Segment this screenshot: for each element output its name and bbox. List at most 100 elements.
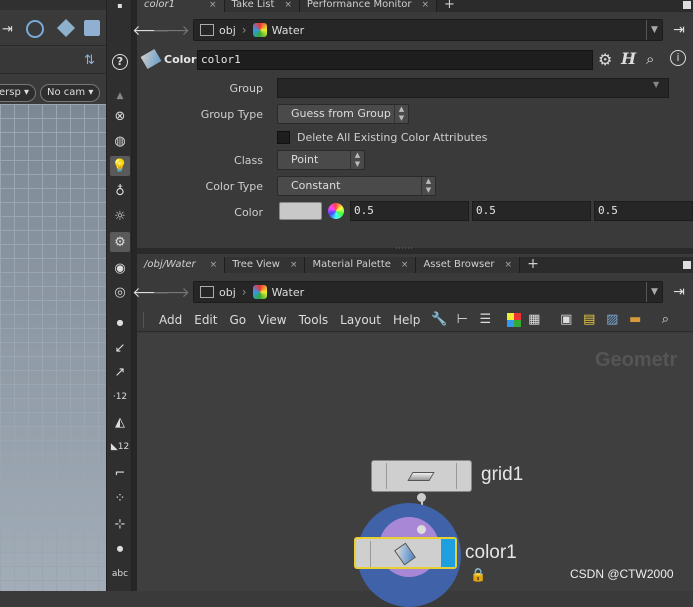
group-dropdown-icon[interactable]: ▼	[653, 80, 659, 89]
wrench-icon[interactable]: 🔧	[429, 310, 449, 330]
eye-icon[interactable]: ◉	[110, 258, 130, 278]
color-type-menu[interactable]: Constant ▲ ▼	[277, 176, 436, 196]
close-icon[interactable]: ×	[421, 0, 429, 10]
scene-viewport[interactable]: ⇥ ⇅ ersp ▾ No cam ▾	[0, 0, 106, 591]
delete-attributes-checkbox[interactable]	[277, 131, 290, 144]
network-editor[interactable]: Geometr grid1 color1 🔒	[137, 333, 693, 607]
tab-asset-browser[interactable]: Asset Browser ×	[416, 257, 521, 273]
tab-color1[interactable]: color1 ×	[137, 0, 225, 12]
light-small-icon[interactable]: ♁	[110, 181, 130, 201]
menu-go[interactable]: Go	[223, 313, 252, 327]
point-number-icon[interactable]: ·12	[110, 387, 130, 407]
tab-performance-monitor[interactable]: Performance Monitor ×	[299, 0, 438, 12]
close-icon[interactable]: ×	[505, 258, 513, 272]
input-connector[interactable]	[417, 525, 426, 534]
pane-splitter[interactable]: ⋯⋯	[137, 244, 693, 254]
close-circle-icon[interactable]: ⊗	[110, 106, 130, 126]
sphere-icon[interactable]: ◍	[110, 131, 130, 151]
prim-icon[interactable]: ◭	[110, 412, 130, 432]
box-icon[interactable]: ▬	[625, 310, 645, 330]
forward-arrow-icon[interactable]: 🡒	[152, 20, 190, 40]
grid-icon[interactable]: ▦	[524, 310, 544, 330]
path-root[interactable]: obj	[194, 20, 242, 40]
menu-help[interactable]: Help	[387, 313, 426, 327]
info-icon[interactable]: i	[670, 50, 686, 66]
scroll-up-icon[interactable]: ▲	[110, 86, 130, 106]
perspective-menu[interactable]: ersp ▾	[0, 84, 37, 102]
add-tab-button[interactable]: +	[437, 0, 462, 12]
tab-obj-water[interactable]: /obj/Water ×	[137, 257, 226, 273]
group-field[interactable]	[277, 78, 669, 98]
search-icon[interactable]: ⌕	[655, 310, 675, 330]
path-node[interactable]: Water	[247, 282, 311, 302]
close-icon[interactable]: ×	[290, 258, 298, 272]
color-swatch[interactable]	[279, 202, 322, 220]
class-menu[interactable]: Point ▲ ▼	[277, 150, 365, 170]
handle-icon[interactable]: ⊹	[110, 514, 130, 534]
viewport-grid[interactable]	[0, 104, 106, 591]
camera-eye-icon[interactable]: ◎	[110, 282, 130, 302]
close-icon[interactable]: ×	[284, 0, 292, 10]
node-name-field[interactable]: color1	[197, 50, 593, 70]
menu-layout[interactable]: Layout	[334, 313, 387, 327]
pin-icon[interactable]: ⇥	[2, 22, 13, 37]
pin-icon[interactable]: ⇥	[669, 282, 689, 302]
color-wheel-icon[interactable]	[328, 203, 344, 219]
stop-icon[interactable]: ⏺	[110, 539, 130, 559]
headlight-icon[interactable]: ☼	[110, 206, 130, 226]
target-icon[interactable]	[26, 20, 44, 38]
profile-icon[interactable]: ⌐	[110, 463, 130, 483]
display-flag[interactable]	[441, 539, 455, 567]
tree-icon[interactable]: ⊢	[452, 310, 472, 330]
gear-icon[interactable]: ⚙	[598, 50, 612, 69]
color-palette-icon[interactable]	[507, 312, 522, 327]
group-type-menu[interactable]: Guess from Group ▲ ▼	[277, 104, 409, 124]
list-icon[interactable]: ☰	[475, 310, 495, 330]
search-icon[interactable]: ⌕	[646, 50, 654, 68]
lightbulb-icon[interactable]: 💡	[110, 156, 130, 176]
color-b-field[interactable]: 0.5	[594, 201, 693, 221]
sort-icon[interactable]: ⇅	[84, 53, 95, 68]
node-color1[interactable]	[354, 537, 457, 569]
cube-icon[interactable]	[56, 18, 76, 38]
close-icon[interactable]: ×	[210, 258, 218, 272]
tab-tree-view[interactable]: Tree View ×	[225, 257, 306, 273]
menu-view[interactable]: View	[252, 313, 292, 327]
shapes-icon[interactable]	[84, 20, 100, 36]
image-icon[interactable]: ▨	[602, 310, 622, 330]
pane-menu-icon[interactable]	[683, 261, 691, 269]
camera-icon[interactable]: ⚙	[110, 232, 130, 252]
camera-menu[interactable]: No cam ▾	[40, 84, 101, 102]
prim-number-icon[interactable]: ◣12	[110, 437, 130, 457]
pane-menu-icon[interactable]	[683, 1, 691, 9]
tab-material-palette[interactable]: Material Palette ×	[305, 257, 417, 273]
pin-icon[interactable]: ⇥	[669, 20, 689, 40]
close-icon[interactable]: ×	[209, 0, 217, 10]
path-dropdown-icon[interactable]: ▼	[646, 20, 662, 40]
menu-tools[interactable]: Tools	[293, 313, 335, 327]
tab-take-list[interactable]: Take List ×	[224, 0, 300, 12]
node-grid1[interactable]	[371, 460, 472, 492]
forward-arrow-icon[interactable]: 🡒	[152, 282, 190, 302]
path-field[interactable]: obj › Water ▼	[193, 19, 663, 41]
lock-icon[interactable]: 🔒	[470, 568, 486, 583]
path-dropdown-icon[interactable]: ▼	[646, 282, 662, 302]
point-icon[interactable]: ●	[110, 312, 130, 332]
sticky-note-icon[interactable]: ▤	[579, 310, 599, 330]
close-icon[interactable]: ×	[401, 258, 409, 272]
path-field[interactable]: obj › Water ▼	[193, 281, 663, 303]
menu-icon[interactable]: ▪	[110, 0, 130, 10]
add-tab-button[interactable]: +	[520, 257, 546, 273]
menu-add[interactable]: Add	[153, 313, 188, 327]
path-node[interactable]: Water	[247, 20, 311, 40]
color-r-field[interactable]: 0.5	[350, 201, 469, 221]
vector-icon[interactable]: ↗	[110, 362, 130, 382]
network-box-icon[interactable]: ▣	[556, 310, 576, 330]
color-g-field[interactable]: 0.5	[472, 201, 591, 221]
path-root[interactable]: obj	[194, 282, 242, 302]
menu-edit[interactable]: Edit	[188, 313, 223, 327]
help-h-icon[interactable]: H	[621, 49, 636, 68]
normal-icon[interactable]: ↙	[110, 338, 130, 358]
help-icon[interactable]: ?	[110, 52, 130, 72]
scatter-icon[interactable]: ⁘	[110, 488, 130, 508]
